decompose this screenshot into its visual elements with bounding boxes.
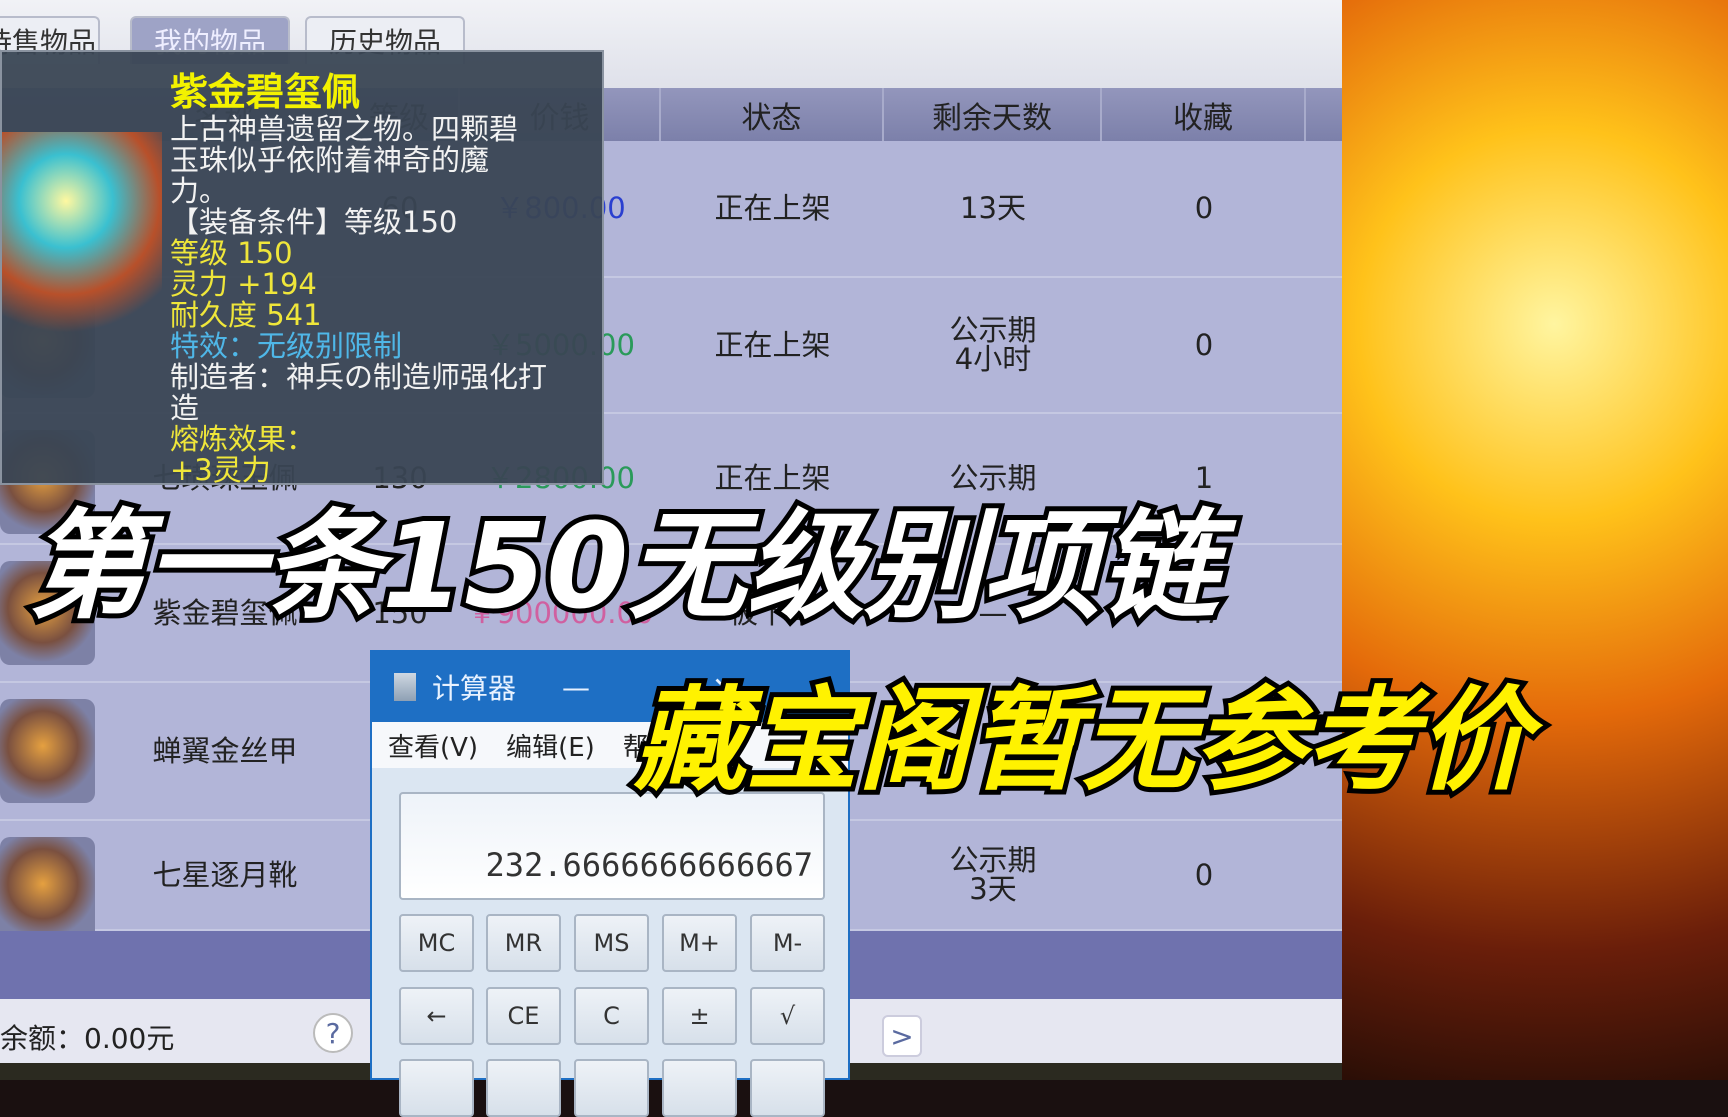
cell-fav: 0	[1194, 857, 1214, 892]
cell-name: 七星逐月靴	[152, 857, 298, 892]
calc-button[interactable]: C	[574, 987, 649, 1045]
headline-overlay: 第一条150无级别项链	[23, 492, 1223, 640]
fire-lion-artwork	[1342, 0, 1728, 1080]
cell-remaining: 公示期 4小时	[949, 313, 1037, 376]
col-status: 状态	[661, 88, 884, 141]
col-remaining: 剩余天数	[884, 88, 1102, 141]
tooltip-desc: 上古神兽遗留之物。四颗碧玉珠似乎依附着神奇的魔力。	[170, 112, 519, 208]
calculator-title: 计算器	[432, 672, 517, 705]
calc-button[interactable]: CE	[486, 987, 561, 1045]
calc-button[interactable]: ←	[399, 987, 474, 1045]
calc-button[interactable]: M-	[750, 914, 825, 972]
item-tooltip: 紫金碧玺佩 上古神兽遗留之物。四颗碧玉珠似乎依附着神奇的魔力。 【装备条件】等级…	[0, 50, 604, 486]
item-thumbnail	[0, 699, 95, 803]
calc-button[interactable]	[574, 1059, 649, 1117]
necklace-image	[2, 132, 162, 362]
calc-button[interactable]	[750, 1059, 825, 1117]
calc-button[interactable]	[399, 1059, 474, 1117]
cell-fav: 0	[1194, 327, 1214, 362]
item-thumbnail	[0, 837, 95, 941]
calc-button[interactable]	[486, 1059, 561, 1117]
cell-fav: 0	[1194, 191, 1214, 225]
tooltip-durability: 耐久度 541	[170, 298, 322, 332]
calc-button[interactable]: ±	[662, 987, 737, 1045]
calc-button[interactable]: √	[750, 987, 825, 1045]
calculator-icon	[394, 673, 416, 701]
next-page-button[interactable]: >	[882, 1015, 922, 1057]
cell-name: 蝉翼金丝甲	[152, 733, 298, 768]
menu-view[interactable]: 查看(V)	[388, 727, 478, 764]
tooltip-smelt: 熔炼效果：	[170, 422, 316, 456]
tooltip-maker: 制造者：神兵の制造师强化打造	[170, 360, 548, 425]
tooltip-level: 等级 150	[170, 236, 293, 270]
tooltip-spirit: 灵力 +194	[170, 267, 317, 301]
calc-button[interactable]: MS	[574, 914, 649, 972]
tooltip-effect: 特效：无级别限制	[170, 329, 403, 363]
calc-button[interactable]	[662, 1059, 737, 1117]
tooltip-requirement: 【装备条件】等级150	[170, 205, 458, 239]
tooltip-title: 紫金碧玺佩	[170, 70, 361, 114]
cell-status: 正在上架	[714, 191, 831, 225]
balance-text: 余额：0.00元	[0, 1022, 175, 1055]
menu-edit[interactable]: 编辑(E)	[506, 727, 595, 764]
help-button[interactable]: ?	[313, 1013, 353, 1053]
calc-button[interactable]: M+	[662, 914, 737, 972]
cell-status: 正在上架	[714, 327, 831, 362]
calc-button[interactable]: MR	[486, 914, 561, 972]
calc-button[interactable]: MC	[399, 914, 474, 972]
cell-remaining: 公示期 3天	[949, 843, 1037, 906]
subline-overlay: 藏宝阁暂无参考价	[629, 671, 1535, 811]
col-favorites: 收藏	[1102, 88, 1306, 141]
minimize-button[interactable]: —	[562, 671, 590, 704]
cell-remaining: 13天	[960, 191, 1026, 225]
